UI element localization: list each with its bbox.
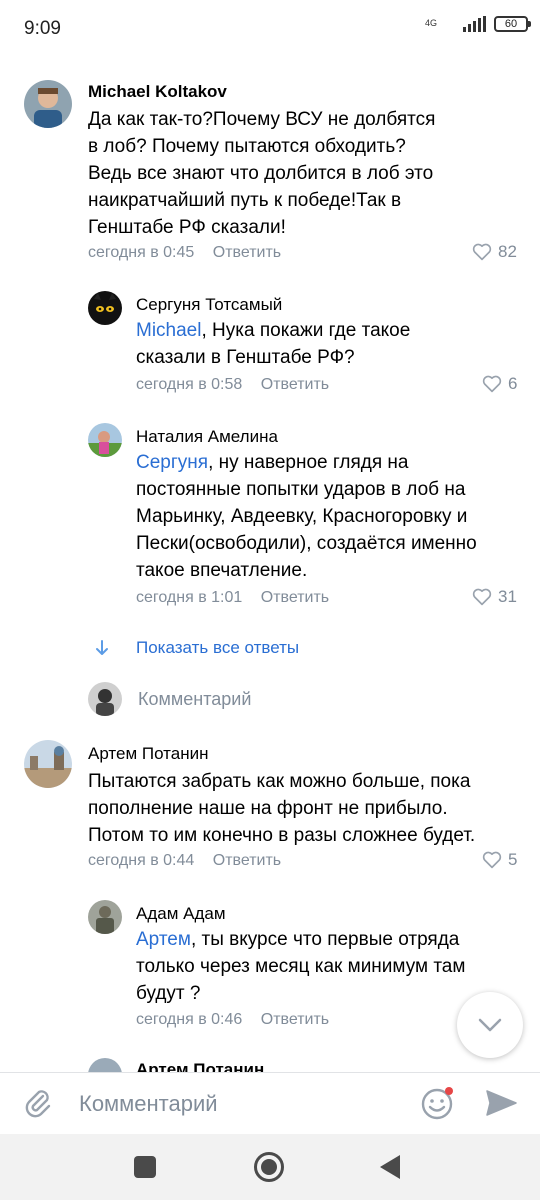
comment-text: Да как так-то?Почему ВСУ не долбятся в л… — [88, 106, 528, 241]
comment-time: сегодня в 1:01 — [136, 589, 243, 606]
comment-line: такое впечатление. — [136, 560, 308, 581]
comment-input[interactable]: Комментарий — [79, 1091, 218, 1117]
battery-icon: 60 — [494, 16, 531, 32]
comment-text: Артем, ты вкурсе что первые отряда тольк… — [136, 926, 526, 1007]
comment-meta: сегодня в 0:46 Ответить — [136, 1011, 329, 1029]
avatar[interactable] — [88, 291, 122, 325]
avatar[interactable] — [24, 80, 72, 128]
show-all-replies-button[interactable]: Показать все ответы — [94, 638, 299, 658]
recent-apps-button[interactable] — [134, 1156, 156, 1178]
system-navigation-bar — [0, 1134, 540, 1200]
my-avatar — [88, 682, 122, 716]
like-count: 5 — [508, 850, 518, 869]
mention-link[interactable]: Артем — [136, 929, 191, 950]
heart-icon — [472, 588, 492, 606]
comment-line: наикратчайший путь к победе!Так в — [88, 190, 402, 211]
inline-reply-field[interactable]: Комментарий — [88, 682, 251, 716]
comment-line: Сергуня, ну наверное глядя на — [136, 449, 536, 476]
like-button[interactable]: 31 — [472, 587, 517, 607]
comment-line: Пески(освободили), создаётся именно — [136, 533, 477, 554]
like-button[interactable]: 6 — [482, 374, 517, 394]
comment-time: сегодня в 0:45 — [88, 244, 195, 261]
avatar[interactable] — [24, 740, 72, 788]
comment-author: Артем Потанин — [136, 1060, 265, 1072]
comment-meta: сегодня в 1:01 Ответить — [136, 589, 329, 607]
like-count: 6 — [508, 374, 518, 393]
paperclip-icon[interactable] — [22, 1087, 54, 1119]
status-bar: 9:09 4G 60 — [0, 0, 540, 58]
next-reply-peek: Артем Потанин — [88, 1056, 288, 1072]
avatar[interactable] — [88, 423, 122, 457]
reply-button[interactable]: Ответить — [261, 1011, 329, 1028]
scroll-down-button[interactable] — [457, 992, 523, 1058]
send-icon[interactable] — [484, 1088, 518, 1118]
comment-time: сегодня в 0:58 — [136, 376, 243, 393]
comment-line: только через месяц как минимум там — [136, 956, 466, 977]
comment-line: Пытаются забрать как можно больше, пока — [88, 771, 471, 792]
comment-line: сказали в Генштабе РФ? — [136, 347, 355, 368]
show-all-replies-label: Показать все ответы — [136, 638, 300, 657]
comment-line: постоянные попытки ударов в лоб на — [136, 479, 466, 500]
comment-author[interactable]: Сергуня Тотсамый — [136, 295, 282, 315]
comment-meta: сегодня в 0:45 Ответить — [88, 244, 281, 262]
heart-icon — [482, 375, 502, 393]
comment-line: Да как так-то?Почему ВСУ не долбятся — [88, 109, 436, 130]
comment-line-text: , ты вкурсе что первые отряда — [190, 929, 460, 950]
comment-time: сегодня в 0:46 — [136, 1011, 243, 1028]
comment-author[interactable]: Наталия Амелина — [136, 427, 278, 447]
mention-link[interactable]: Сергуня — [136, 452, 208, 473]
smile-icon[interactable] — [420, 1085, 456, 1121]
home-button[interactable] — [254, 1152, 284, 1182]
inline-reply-placeholder: Комментарий — [138, 688, 252, 709]
reply-button[interactable]: Ответить — [213, 244, 281, 261]
comment-author[interactable]: Артем Потанин — [88, 744, 209, 764]
comment-line: в лоб? Почему пытаются обходить? — [88, 136, 406, 157]
reply-button[interactable]: Ответить — [213, 852, 281, 869]
status-indicators: 4G 60 — [425, 16, 531, 32]
like-count: 82 — [498, 242, 517, 261]
like-button[interactable]: 82 — [472, 242, 517, 262]
mention-link[interactable]: Michael — [136, 320, 201, 341]
comment-line: Генштабе РФ сказали! — [88, 217, 286, 238]
comment-text: Michael, Нука покажи где такое сказали в… — [136, 317, 526, 371]
avatar[interactable] — [88, 900, 122, 934]
comment-line: Артем, ты вкурсе что первые отряда — [136, 926, 526, 953]
comment-line: Michael, Нука покажи где такое — [136, 317, 526, 344]
reply-button[interactable]: Ответить — [261, 376, 329, 393]
comment-composer: Комментарий — [0, 1072, 540, 1134]
comment-time: сегодня в 0:44 — [88, 852, 195, 869]
comment-author[interactable]: Адам Адам — [136, 904, 226, 924]
comment-line: Ведь все знают что долбится в лоб это — [88, 163, 434, 184]
comment-meta: сегодня в 0:44 Ответить — [88, 852, 281, 870]
comment-line: Потом то им конечно в разы сложнее будет… — [88, 825, 476, 846]
comment-line: пополнение наше на фронт не прибыло. — [88, 798, 448, 819]
like-count: 31 — [498, 587, 517, 606]
comment-line-text: , Нука покажи где такое — [201, 320, 411, 341]
signal-icon — [463, 16, 486, 32]
battery-level: 60 — [504, 18, 518, 30]
like-button[interactable]: 5 — [482, 850, 517, 870]
arrow-down-icon — [96, 640, 108, 655]
status-time: 9:09 — [24, 18, 61, 39]
heart-icon — [472, 243, 492, 261]
avatar — [88, 1058, 122, 1072]
comment-author[interactable]: Michael Koltakov — [88, 82, 227, 102]
comment-meta: сегодня в 0:58 Ответить — [136, 376, 329, 394]
comment-line-text: , ну наверное глядя на — [208, 452, 409, 473]
comment-text: Пытаются забрать как можно больше, пока … — [88, 768, 538, 849]
reply-button[interactable]: Ответить — [261, 589, 329, 606]
network-type: 4G — [425, 18, 438, 28]
back-button[interactable] — [380, 1155, 400, 1179]
heart-icon — [482, 851, 502, 869]
comment-line: Марьинку, Авдеевку, Красногоровку и — [136, 506, 468, 527]
chevron-down-icon — [478, 1018, 502, 1032]
comment-text: Сергуня, ну наверное глядя на постоянные… — [136, 449, 536, 584]
